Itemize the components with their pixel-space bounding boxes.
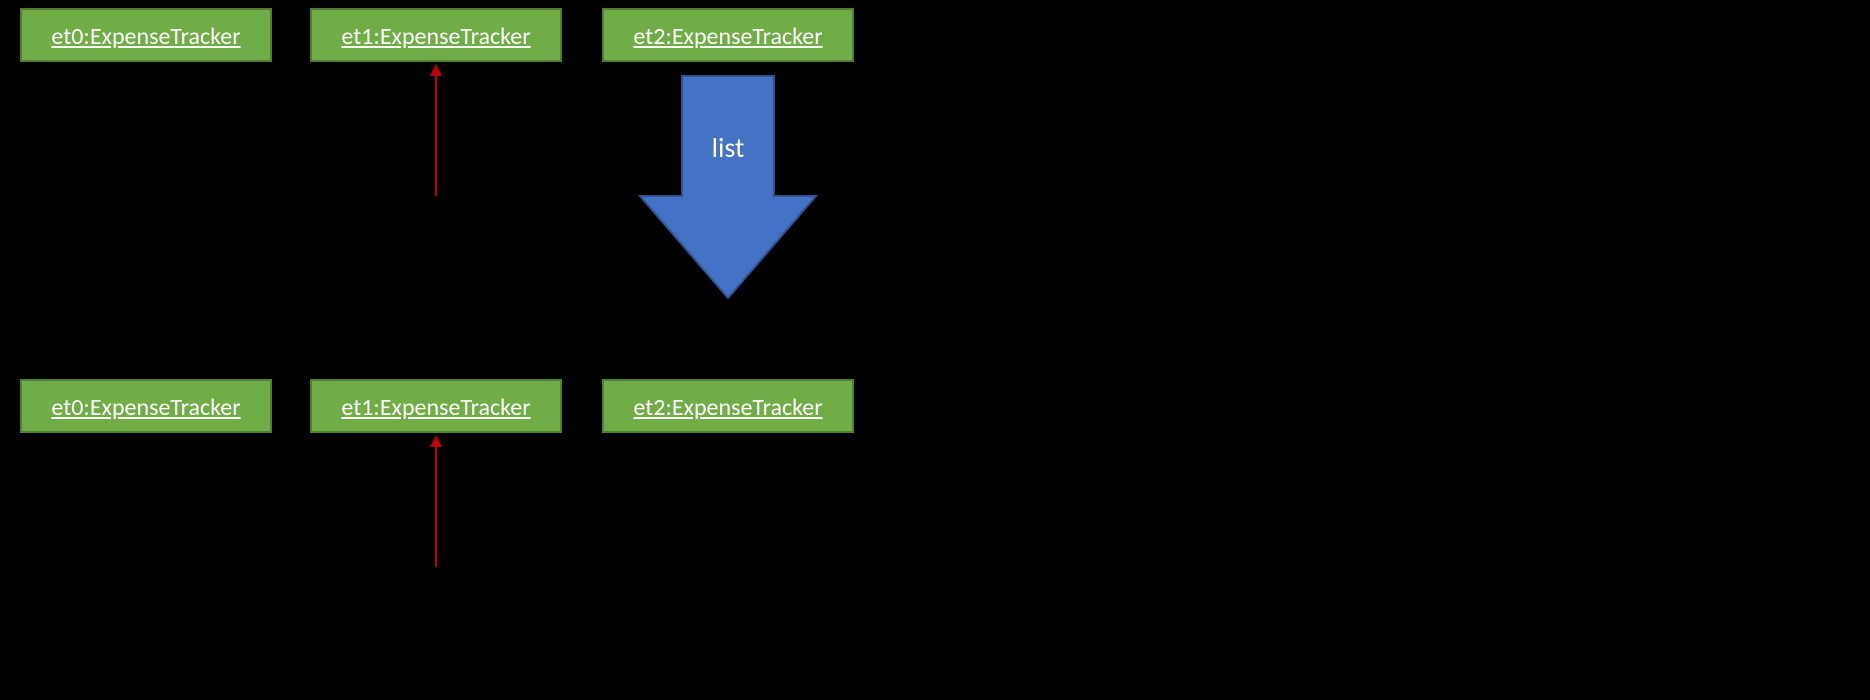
object-box-et2-top: et2:ExpenseTracker [602,8,854,62]
object-box-et0-top: et0:ExpenseTracker [20,8,272,62]
red-arrow-head-bottom-icon [430,435,442,447]
big-down-arrow-icon [636,72,820,302]
red-arrow-line-bottom-icon [435,447,437,567]
object-box-et1-top: et1:ExpenseTracker [310,8,562,62]
red-arrow-line-top-icon [435,76,437,196]
object-box-et2-bottom: et2:ExpenseTracker [602,379,854,433]
object-box-et1-bottom: et1:ExpenseTracker [310,379,562,433]
big-arrow-label: list [636,130,820,165]
object-box-et0-bottom: et0:ExpenseTracker [20,379,272,433]
red-arrow-head-top-icon [430,64,442,76]
